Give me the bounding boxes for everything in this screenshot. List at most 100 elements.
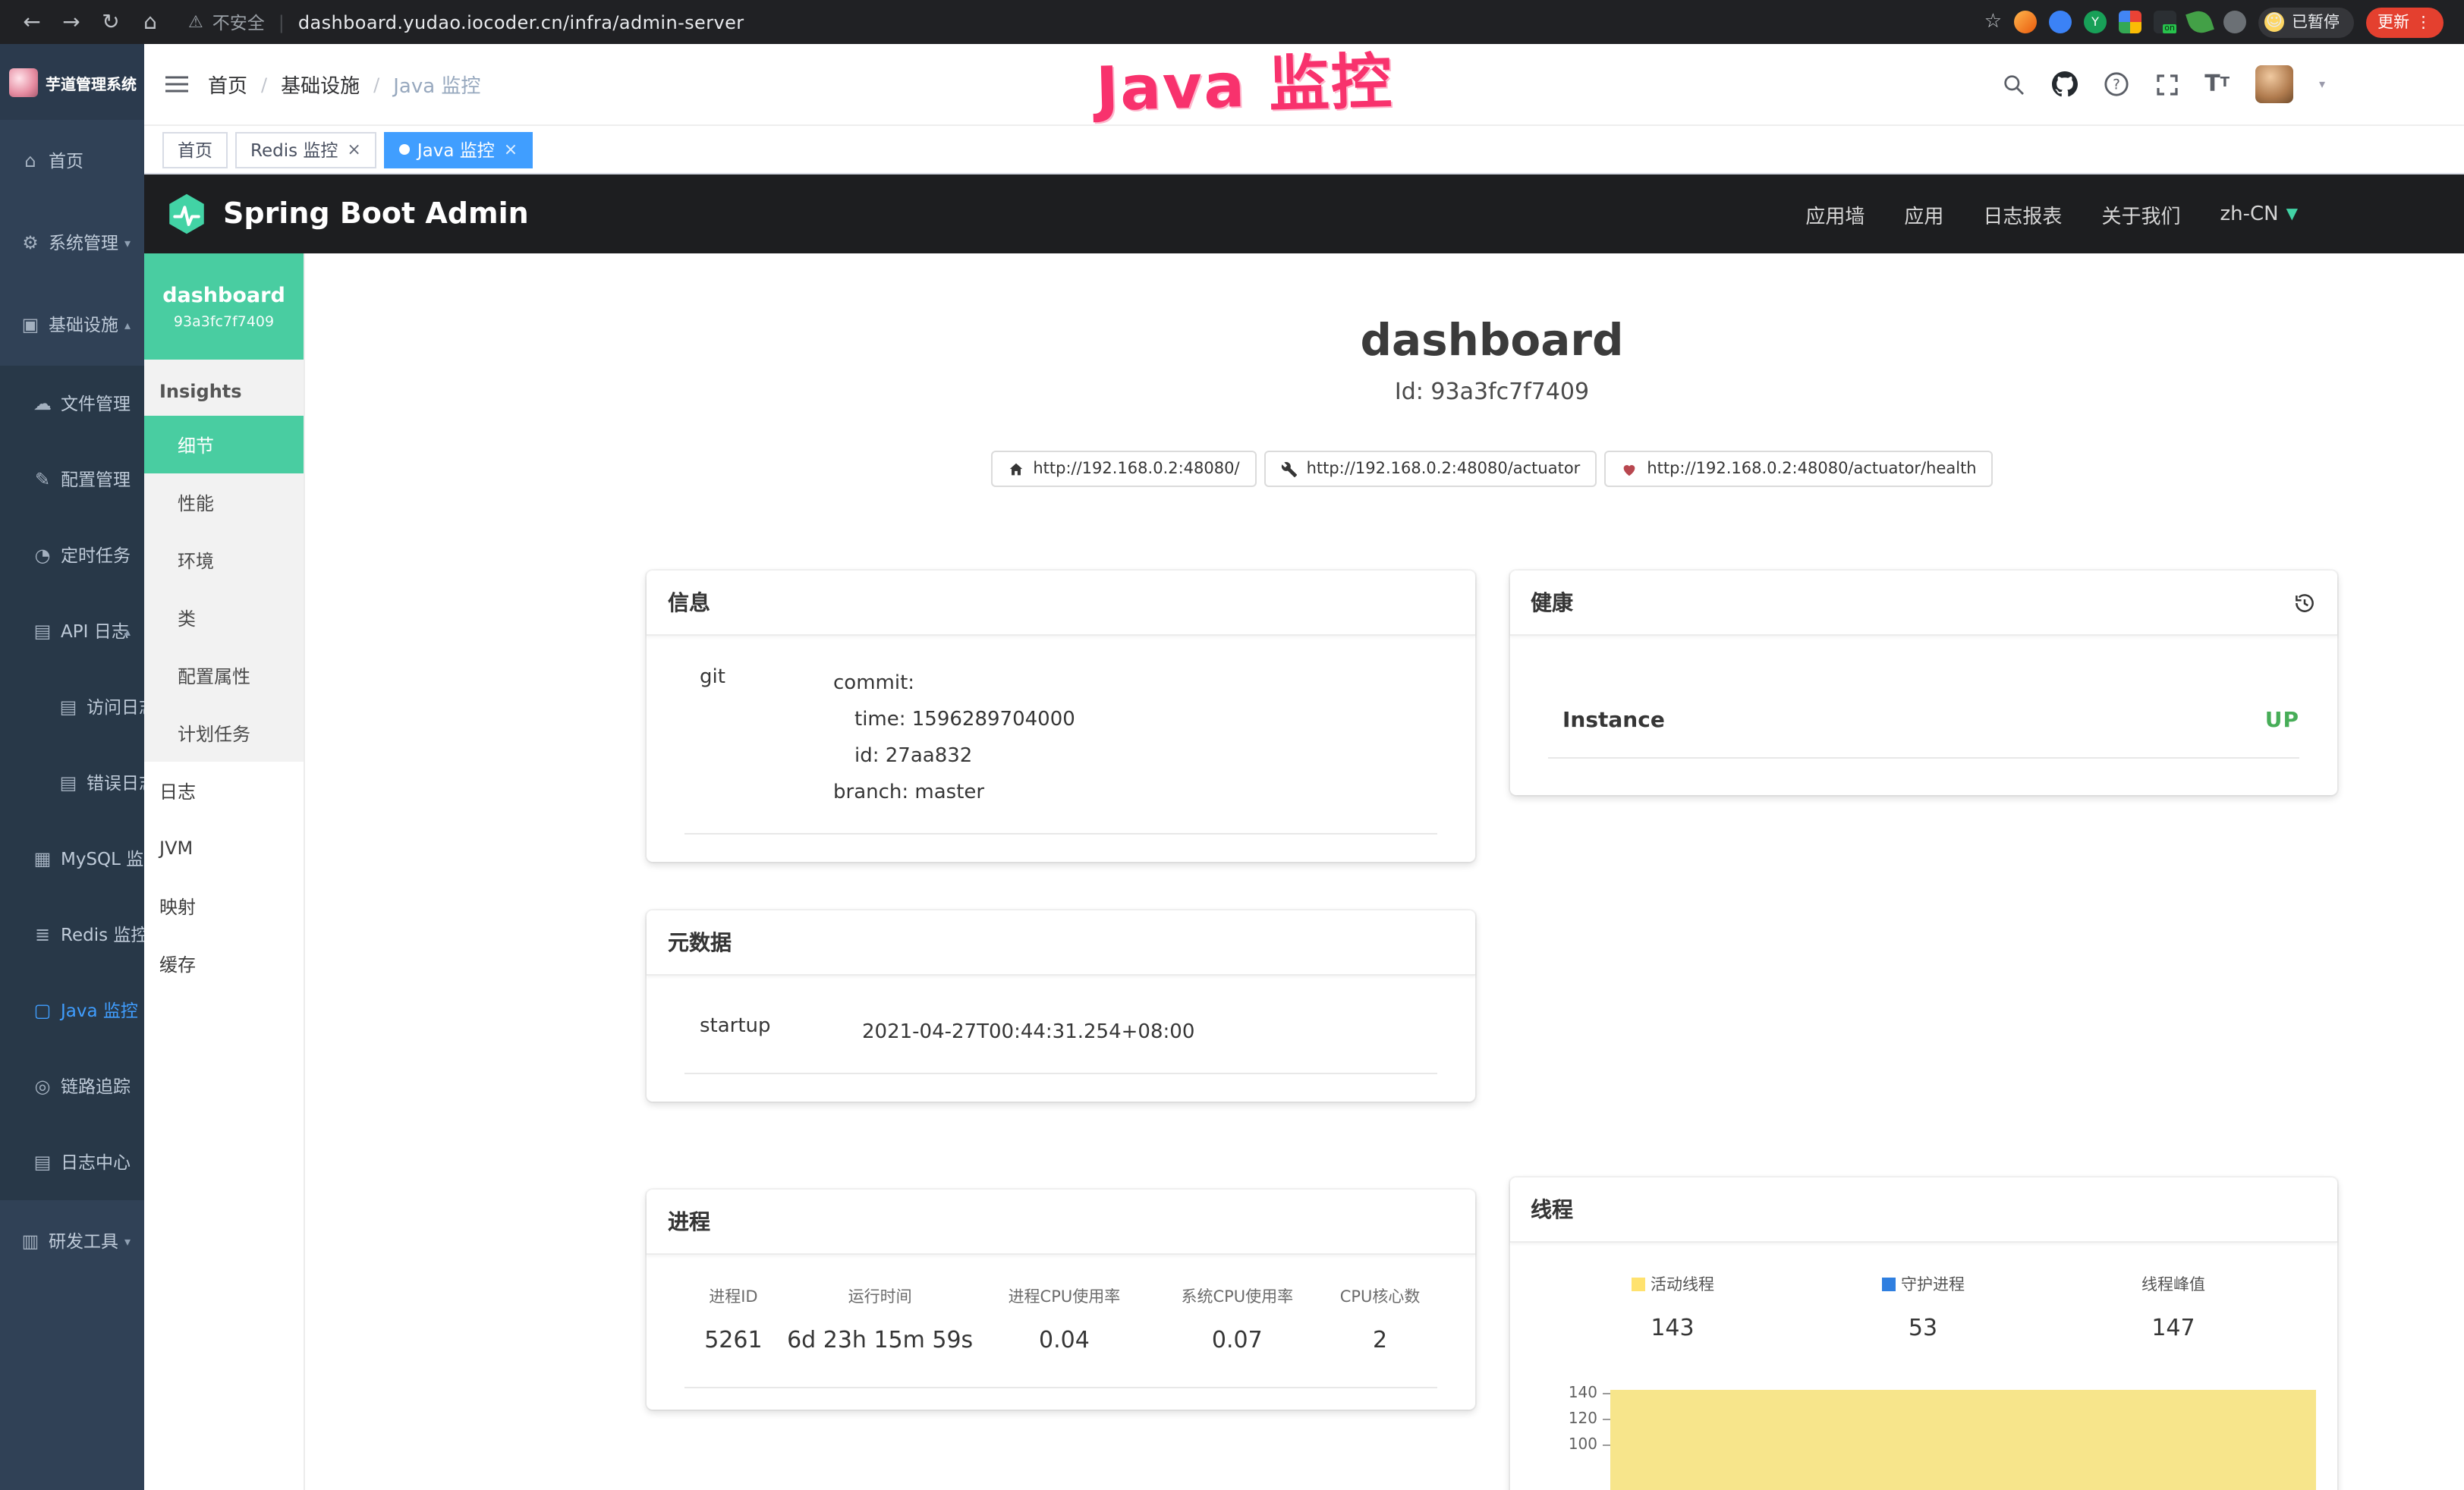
address-bar[interactable]: ⚠ 不安全 | dashboard.yudao.iocoder.cn/infra…	[173, 10, 1978, 34]
close-tab-icon[interactable]: ×	[347, 140, 360, 159]
sidebar-item-config-management[interactable]: ✎ 配置管理	[0, 442, 144, 517]
sba-side-item-environment[interactable]: 环境	[144, 531, 304, 589]
metric-value: 0.04	[977, 1326, 1150, 1353]
sba-side-item-details[interactable]: 细节	[144, 416, 304, 473]
sidebar-item-dev-tools[interactable]: ▥ 研发工具 ▾	[0, 1200, 144, 1282]
legend-swatch-yellow	[1631, 1278, 1644, 1291]
cards-left-column: 信息 git commit: time: 1596289704000	[647, 571, 1474, 1410]
sba-nav-journal[interactable]: 日志报表	[1983, 200, 2062, 228]
forward-icon[interactable]: →	[55, 10, 88, 34]
home-icon[interactable]: ⌂	[134, 10, 167, 34]
tab-redis-monitor[interactable]: Redis 监控 ×	[235, 131, 376, 168]
breadcrumb-home[interactable]: 首页	[208, 70, 247, 99]
service-url-link[interactable]: http://192.168.0.2:48080/	[990, 451, 1256, 487]
metric-process-cpu: 进程CPU使用率 0.04	[977, 1285, 1150, 1353]
threads-chart: 140 120 100	[1531, 1360, 2316, 1490]
sidebar-item-label: 日志中心	[61, 1150, 131, 1174]
bookmark-star-icon[interactable]: ☆	[1984, 11, 2002, 33]
sidebar-item-system-management[interactable]: ⚙ 系统管理 ▾	[0, 202, 144, 284]
legend-daemon-threads[interactable]: 守护进程 53	[1798, 1273, 2048, 1341]
search-icon[interactable]	[2001, 72, 2025, 96]
sba-side-item-classes[interactable]: 类	[144, 589, 304, 646]
breadcrumb-infrastructure[interactable]: 基础设施	[281, 70, 360, 99]
app-logo[interactable]: 芋道管理系统	[0, 44, 144, 120]
health-url: http://192.168.0.2:48080/actuator/health	[1647, 460, 1976, 478]
user-avatar[interactable]	[2255, 65, 2293, 103]
sidebar-item-label: API 日志	[61, 619, 129, 643]
git-id-line: id: 27aa832	[833, 739, 1075, 775]
sba-brand[interactable]: Spring Boot Admin	[165, 193, 529, 235]
history-icon[interactable]	[2293, 591, 2316, 614]
sba-side-item-logs[interactable]: 日志	[144, 762, 304, 819]
help-icon[interactable]: ?	[2103, 71, 2129, 97]
leaf-extension-icon[interactable]	[2186, 8, 2214, 36]
sba-nav-wallboard[interactable]: 应用墙	[1805, 200, 1865, 228]
sidebar-item-label: Java 监控	[61, 998, 138, 1023]
url-text[interactable]: dashboard.yudao.iocoder.cn/infra/admin-s…	[298, 11, 744, 33]
api-log-icon: ▤	[32, 621, 53, 642]
update-button[interactable]: 更新 ⋮	[2365, 7, 2444, 37]
metadata-row-label: startup	[700, 1015, 862, 1051]
threads-card-title: 线程	[1531, 1194, 1573, 1224]
metric-label: CPU核心数	[1323, 1285, 1437, 1308]
paw-extension-icon[interactable]	[2223, 11, 2246, 33]
tabs-bar: 首页 Redis 监控 × Java 监控 ×	[144, 126, 2464, 174]
fox-extension-icon[interactable]	[2014, 11, 2037, 33]
back-icon[interactable]: ←	[15, 10, 49, 34]
sba-side-item-caches[interactable]: 缓存	[144, 935, 304, 992]
github-icon[interactable]	[2051, 71, 2077, 97]
sba-side-item-mappings[interactable]: 映射	[144, 877, 304, 935]
legend-live-threads[interactable]: 活动线程 143	[1547, 1273, 1798, 1341]
sba-nav-about[interactable]: 关于我们	[2101, 200, 2180, 228]
legend-peak-threads: 线程峰值 147	[2048, 1273, 2299, 1341]
reload-icon[interactable]: ↻	[94, 10, 127, 34]
sba-side-item-scheduled-tasks[interactable]: 计划任务	[144, 704, 304, 762]
y-tick: 100	[1569, 1432, 1610, 1458]
close-tab-icon[interactable]: ×	[504, 140, 518, 159]
sba-side-item-config-props[interactable]: 配置属性	[144, 646, 304, 704]
health-row-label: Instance	[1562, 709, 1665, 733]
metric-label: 系统CPU使用率	[1150, 1285, 1323, 1308]
tab-java-monitor[interactable]: Java 监控 ×	[384, 131, 533, 168]
drop-extension-icon[interactable]	[2049, 11, 2072, 33]
chevron-down-icon: ▾	[124, 1234, 131, 1248]
paused-badge[interactable]: ☺ 已暂停	[2258, 7, 2353, 37]
status-badge: UP	[2265, 709, 2299, 733]
sba-side-item-jvm[interactable]: JVM	[144, 819, 304, 877]
sidebar-item-redis-monitor[interactable]: ≣ Redis 监控	[0, 897, 144, 973]
onoff-extension-icon[interactable]: on	[2154, 11, 2176, 33]
home-icon: ⌂	[20, 150, 41, 171]
sidebar-item-api-logs[interactable]: ▤ API 日志 ▴	[0, 593, 144, 669]
info-row-value: commit: time: 1596289704000 id: 27aa832 …	[833, 666, 1075, 812]
sba-instance-header[interactable]: dashboard 93a3fc7f7409	[144, 253, 304, 360]
locale-selector[interactable]: zh-CN ▼	[2220, 203, 2298, 225]
insights-section-label: Insights	[144, 367, 304, 416]
avatar-caret-icon[interactable]: ▾	[2319, 77, 2325, 91]
sidebar-item-error-logs[interactable]: ▤ 错误日志	[0, 745, 144, 821]
tab-home[interactable]: 首页	[162, 131, 228, 168]
health-url-link[interactable]: http://192.168.0.2:48080/actuator/health	[1604, 451, 1993, 487]
sba-nav-applications[interactable]: 应用	[1904, 200, 1943, 228]
metric-label: 进程CPU使用率	[977, 1285, 1150, 1308]
sidebar-item-mysql-monitor[interactable]: ▦ MySQL 监控	[0, 821, 144, 897]
metadata-card-title: 元数据	[668, 927, 732, 957]
security-label[interactable]: 不安全	[212, 10, 265, 34]
green-extension-icon[interactable]: Y	[2084, 11, 2107, 33]
font-size-icon[interactable]: TT	[2204, 73, 2230, 96]
sidebar-item-infrastructure[interactable]: ▣ 基础设施 ▴	[0, 284, 144, 366]
sba-side-item-metrics[interactable]: 性能	[144, 473, 304, 531]
hamburger-icon[interactable]	[165, 74, 188, 94]
fullscreen-icon[interactable]	[2154, 72, 2179, 96]
sidebar-item-file-management[interactable]: ☁ 文件管理	[0, 366, 144, 442]
redis-monitor-icon: ≣	[32, 924, 53, 945]
sidebar-item-access-logs[interactable]: ▤ 访问日志	[0, 669, 144, 745]
sidebar-item-java-monitor[interactable]: ▢ Java 监控	[0, 973, 144, 1048]
actuator-url-link[interactable]: http://192.168.0.2:48080/actuator	[1264, 451, 1597, 487]
sidebar-item-log-center[interactable]: ▤ 日志中心	[0, 1124, 144, 1200]
tab-label: Redis 监控	[250, 137, 338, 162]
sidebar-item-home[interactable]: ⌂ 首页	[0, 120, 144, 202]
service-url: http://192.168.0.2:48080/	[1033, 460, 1239, 478]
apps-grid-extension-icon[interactable]	[2119, 11, 2141, 33]
sidebar-item-scheduled-jobs[interactable]: ◔ 定时任务	[0, 517, 144, 593]
sidebar-item-trace[interactable]: ◎ 链路追踪	[0, 1048, 144, 1124]
